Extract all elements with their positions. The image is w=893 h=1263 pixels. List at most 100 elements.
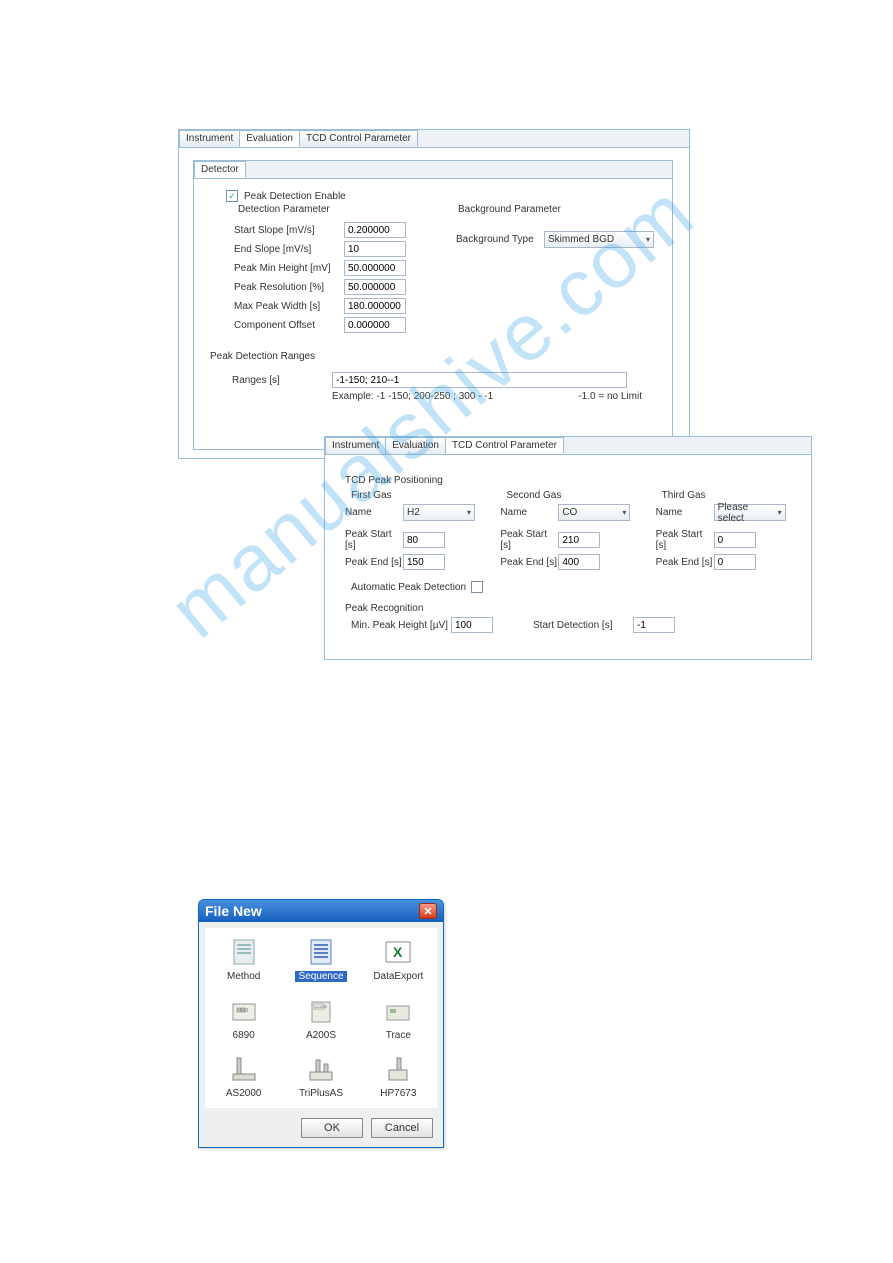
tcd-peak-positioning-heading: TCD Peak Positioning <box>345 475 443 486</box>
g1-start-input[interactable] <box>403 532 445 548</box>
svg-text:A200S: A200S <box>315 1004 327 1009</box>
document-icon <box>228 936 260 968</box>
panel2-tabstrip: Instrument Evaluation TCD Control Parame… <box>325 437 811 455</box>
peak-recognition-heading: Peak Recognition <box>345 603 423 614</box>
panel1-tabstrip: Instrument Evaluation TCD Control Parame… <box>179 130 689 148</box>
item-label: AS2000 <box>226 1088 262 1099</box>
g2-name-select[interactable]: CO <box>558 504 630 521</box>
start-slope-input[interactable] <box>344 222 406 238</box>
item-method[interactable]: Method <box>207 934 280 985</box>
max-peak-width-label: Max Peak Width [s] <box>234 301 344 312</box>
peak-detection-enable-checkbox[interactable]: ✓ <box>226 190 238 202</box>
item-label: DataExport <box>373 971 423 982</box>
item-a200s[interactable]: A200S A200S <box>284 993 357 1044</box>
excel-icon: X <box>382 936 414 968</box>
item-triplusas[interactable]: TriPlusAS <box>284 1051 357 1102</box>
item-trace[interactable]: Trace <box>362 993 435 1044</box>
g2-start-label: Peak Start [s] <box>500 529 558 551</box>
item-label: Trace <box>386 1030 411 1041</box>
detector-subpanel: Detector ✓ Peak Detection Enable Detecti… <box>193 160 673 450</box>
item-label: Sequence <box>295 971 346 982</box>
peak-min-height-label: Peak Min Height [mV] <box>234 263 344 274</box>
item-label: Method <box>227 971 260 982</box>
tab-evaluation[interactable]: Evaluation <box>239 130 300 147</box>
background-type-label: Background Type <box>456 234 544 245</box>
ok-button[interactable]: OK <box>301 1118 363 1138</box>
example-text: Example: -1 -150; 200-250 ; 300 - -1 <box>332 391 493 402</box>
nolimit-text: -1.0 = no Limit <box>578 391 642 402</box>
auto-peak-checkbox[interactable] <box>471 581 483 593</box>
g2-name-label: Name <box>500 507 558 518</box>
g1-end-label: Peak End [s] <box>345 557 403 568</box>
peak-min-height-input[interactable] <box>344 260 406 276</box>
item-hp7673[interactable]: HP7673 <box>362 1051 435 1102</box>
tab-tcd-control[interactable]: TCD Control Parameter <box>299 130 418 147</box>
item-label: 6890 <box>233 1030 255 1041</box>
end-slope-label: End Slope [mV/s] <box>234 244 344 255</box>
min-peak-height-input[interactable] <box>451 617 493 633</box>
peak-detection-enable-label: Peak Detection Enable <box>244 191 346 202</box>
g3-end-label: Peak End [s] <box>656 557 714 568</box>
component-offset-input[interactable] <box>344 317 406 333</box>
device-icon <box>305 1053 337 1085</box>
g2-end-label: Peak End [s] <box>500 557 558 568</box>
auto-peak-label: Automatic Peak Detection <box>351 582 471 593</box>
background-param-heading: Background Parameter <box>454 204 565 215</box>
tab2-instrument[interactable]: Instrument <box>325 437 386 454</box>
start-detection-label: Start Detection [s] <box>533 620 633 631</box>
device-icon: A200S <box>305 995 337 1027</box>
detection-param-heading: Detection Parameter <box>234 204 334 215</box>
device-icon <box>228 1053 260 1085</box>
g2-start-input[interactable] <box>558 532 600 548</box>
g3-name-label: Name <box>656 507 714 518</box>
g3-name-select[interactable]: Please select <box>714 504 786 521</box>
tab2-tcd-control[interactable]: TCD Control Parameter <box>445 437 564 454</box>
file-new-list[interactable]: Method Sequence X DataExport 6890 6890 A… <box>205 928 437 1108</box>
start-detection-input[interactable] <box>633 617 675 633</box>
item-dataexport[interactable]: X DataExport <box>362 934 435 985</box>
start-slope-label: Start Slope [mV/s] <box>234 225 344 236</box>
tab-instrument[interactable]: Instrument <box>179 130 240 147</box>
component-offset-label: Component Offset <box>234 320 344 331</box>
svg-text:X: X <box>393 944 403 960</box>
end-slope-input[interactable] <box>344 241 406 257</box>
peak-resolution-label: Peak Resolution [%] <box>234 282 344 293</box>
device-icon <box>382 995 414 1027</box>
g3-start-label: Peak Start [s] <box>656 529 714 551</box>
min-peak-height-label: Min. Peak Height [µV] <box>351 620 451 631</box>
close-icon[interactable]: ✕ <box>419 903 437 919</box>
tab-detector[interactable]: Detector <box>194 161 246 178</box>
evaluation-panel: Instrument Evaluation TCD Control Parame… <box>178 129 690 459</box>
item-sequence[interactable]: Sequence <box>284 934 357 985</box>
g3-start-input[interactable] <box>714 532 756 548</box>
svg-text:6890: 6890 <box>237 1008 248 1014</box>
peak-resolution-input[interactable] <box>344 279 406 295</box>
g1-end-input[interactable] <box>403 554 445 570</box>
device-icon: 6890 <box>228 995 260 1027</box>
tcd-control-panel: Instrument Evaluation TCD Control Parame… <box>324 436 812 660</box>
item-as2000[interactable]: AS2000 <box>207 1051 280 1102</box>
max-peak-width-input[interactable] <box>344 298 406 314</box>
second-gas-heading: Second Gas <box>506 490 635 501</box>
cancel-button[interactable]: Cancel <box>371 1118 433 1138</box>
first-gas-heading: First Gas <box>351 490 480 501</box>
g1-start-label: Peak Start [s] <box>345 529 403 551</box>
g1-name-select[interactable]: H2 <box>403 504 475 521</box>
file-new-title: File New <box>205 903 262 919</box>
item-label: HP7673 <box>380 1088 416 1099</box>
g3-end-input[interactable] <box>714 554 756 570</box>
item-label: A200S <box>306 1030 336 1041</box>
device-icon <box>382 1053 414 1085</box>
item-6890[interactable]: 6890 6890 <box>207 993 280 1044</box>
background-type-select[interactable]: Skimmed BGD <box>544 231 654 248</box>
tab2-evaluation[interactable]: Evaluation <box>385 437 446 454</box>
file-new-titlebar: File New ✕ <box>199 900 443 922</box>
ranges-heading: Peak Detection Ranges <box>206 351 319 362</box>
ranges-input[interactable] <box>332 372 627 388</box>
ranges-label: Ranges [s] <box>212 375 332 386</box>
sequence-icon <box>305 936 337 968</box>
third-gas-heading: Third Gas <box>662 490 791 501</box>
file-new-dialog: File New ✕ Method Sequence X DataExport … <box>198 899 444 1148</box>
item-label: TriPlusAS <box>299 1088 343 1099</box>
g2-end-input[interactable] <box>558 554 600 570</box>
